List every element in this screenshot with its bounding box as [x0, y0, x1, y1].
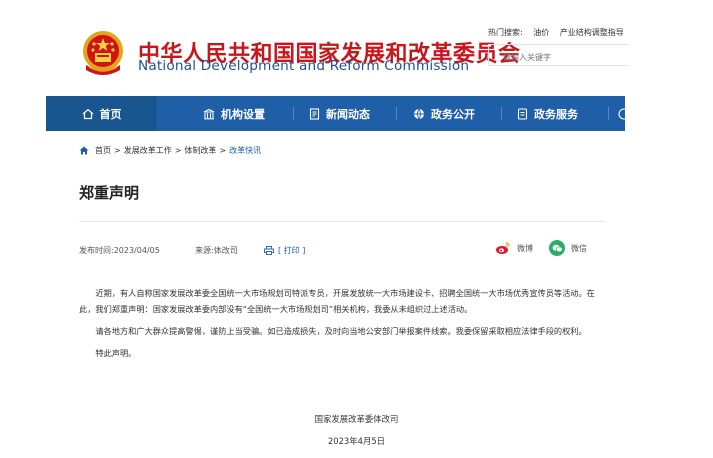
nav-divider: [501, 107, 502, 120]
nav-item-organization[interactable]: 机构设置: [203, 96, 265, 131]
weibo-icon: [495, 240, 511, 256]
nav-item-label: 新闻动态: [326, 107, 370, 121]
hot-search-label: 热门搜索:: [488, 28, 523, 37]
service-icon: [517, 107, 528, 120]
share-weixin-button[interactable]: 微信: [549, 240, 587, 256]
hot-search-item[interactable]: 油价: [533, 28, 549, 37]
article-paragraph: 近期，有人自称国家发展改革委全国统一大市场规划司特派专员，开展发放统一大市场建设…: [79, 288, 595, 314]
site-title-en: National Development and Reform Commissi…: [138, 58, 470, 74]
article-title: 郑重声明: [79, 184, 140, 202]
search-input[interactable]: [489, 47, 631, 68]
breadcrumb-separator: >: [114, 146, 121, 155]
main-nav: 首页 机构设置 新闻动态 政务公开 政务服务: [46, 96, 625, 131]
share-weibo-button[interactable]: 微博: [495, 240, 533, 256]
article-source: 来源:体改司: [195, 246, 238, 255]
divider: [79, 221, 605, 222]
nav-item-government-affairs[interactable]: 政务公开: [413, 96, 475, 131]
breadcrumb-current[interactable]: 改革快讯: [229, 145, 261, 156]
hot-search-item[interactable]: 产业结构调整指导: [560, 28, 624, 37]
share-weixin-label: 微信: [571, 243, 587, 253]
nav-divider: [396, 107, 397, 120]
breadcrumb: 首页 > 发展改革工作 > 体制改革 > 改革快讯: [79, 145, 261, 156]
print-button[interactable]: [ 打印 ]: [264, 245, 305, 256]
nav-item-label: 首页: [99, 107, 122, 121]
printer-icon: [264, 246, 274, 255]
globe-icon: [414, 108, 424, 120]
home-icon: [79, 146, 89, 155]
search-box: [488, 44, 631, 68]
national-emblem-logo[interactable]: [80, 29, 126, 78]
nav-item-more[interactable]: [618, 96, 631, 131]
nav-item-services[interactable]: 政务服务: [517, 96, 578, 131]
nav-item-home[interactable]: 首页: [46, 96, 157, 131]
news-icon: [309, 107, 320, 120]
breadcrumb-link[interactable]: 发展改革工作: [124, 145, 172, 156]
article-paragraph: 请各地方和广大群众提高警惕，谨防上当受骗。如已造成损失，及时向当地公安部门举报案…: [95, 326, 587, 336]
breadcrumb-link[interactable]: 首页: [95, 145, 111, 156]
breadcrumb-link[interactable]: 体制改革: [184, 145, 216, 156]
home-icon: [82, 108, 93, 119]
building-icon: [203, 108, 215, 119]
nav-item-label: 政务公开: [431, 107, 475, 121]
article-paragraph: 特此声明。: [95, 348, 137, 358]
nav-item-label: 政务服务: [534, 107, 578, 121]
more-icon: [618, 107, 625, 120]
nav-divider: [293, 107, 294, 120]
share-weibo-label: 微博: [517, 243, 533, 253]
breadcrumb-separator: >: [219, 146, 227, 155]
nav-item-news[interactable]: 新闻动态: [309, 96, 370, 131]
nav-divider: [608, 107, 609, 120]
signature-date: 2023年4月5日: [327, 436, 386, 446]
publish-time: 发布时间:2023/04/05: [79, 246, 160, 255]
signature: 国家发展改革委体改司: [314, 414, 399, 424]
hot-search: 热门搜索: 油价 产业结构调整指导: [488, 27, 632, 38]
wechat-icon: [549, 240, 565, 256]
print-label: [ 打印 ]: [278, 246, 306, 255]
article-body: 近期，有人自称国家发展改革委全国统一大市场规划司特派专员，开展发放统一大市场建设…: [79, 285, 607, 367]
nav-item-label: 机构设置: [221, 107, 265, 121]
breadcrumb-separator: >: [174, 146, 182, 155]
